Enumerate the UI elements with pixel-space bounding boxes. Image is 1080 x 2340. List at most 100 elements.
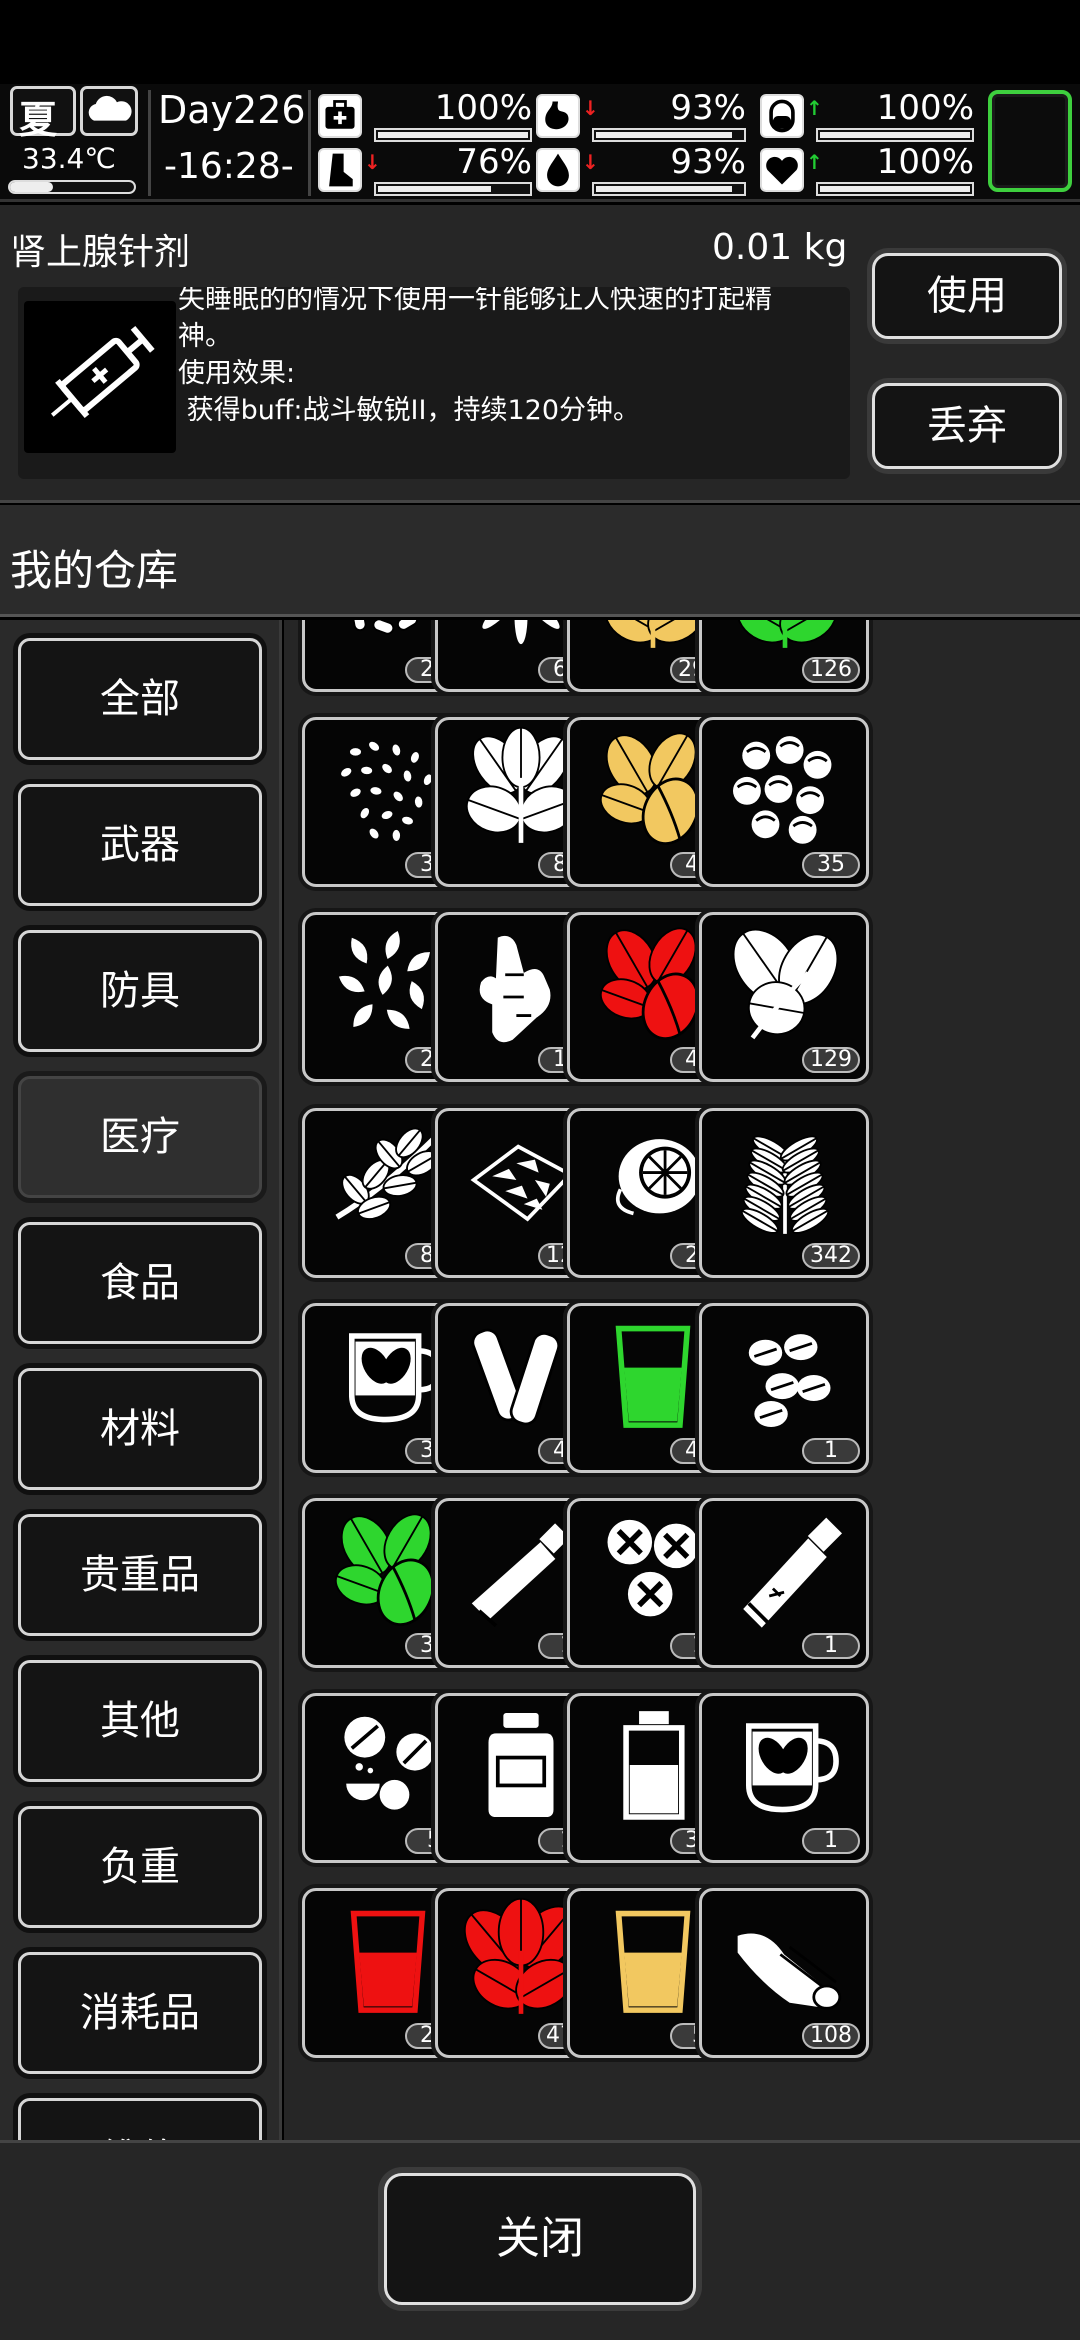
item-count: 126 — [802, 657, 860, 683]
item-weight: 0.01 kg — [712, 227, 848, 268]
foot-icon — [318, 148, 362, 192]
stat-mood: ↑ 100% — [760, 142, 974, 200]
item-count: 1 — [802, 1632, 860, 1659]
item-slot[interactable]: 1 — [699, 1302, 869, 1473]
temperature-value: 33.4℃ — [22, 142, 116, 175]
cloud-icon — [88, 95, 132, 121]
trend-up-icon: ↑ — [806, 150, 823, 174]
status-bar: 夏 33.4℃ Day226 -16:28- 100% ↓ 93% ↑ 100% ↓ 76%… — [0, 84, 1080, 202]
plant-bush-icon — [740, 1134, 830, 1234]
close-button[interactable]: 关闭 — [384, 2173, 696, 2305]
stat-hunger: ↓ 93% — [536, 88, 746, 146]
stat-bar — [592, 128, 746, 142]
item-count: 108 — [802, 2023, 860, 2050]
footer: 关闭 — [0, 2140, 1080, 2340]
divider — [148, 90, 151, 196]
stat-value: 93% — [670, 88, 746, 128]
medkit-icon — [318, 94, 362, 138]
syringe-icon — [24, 301, 176, 453]
trend-down-icon: ↓ — [582, 96, 599, 120]
clock-time: -16:28- — [164, 146, 294, 187]
storage-header: 我的仓库 — [0, 505, 1080, 617]
divider — [308, 90, 311, 196]
category-button[interactable]: 其他 — [18, 1660, 262, 1782]
stat-bar — [374, 128, 532, 142]
equipment-slot[interactable] — [988, 90, 1072, 192]
item-count: 35 — [802, 852, 860, 879]
tablets-icon — [748, 1333, 831, 1427]
season-label: 夏 — [19, 98, 58, 142]
category-button[interactable]: 消耗品 — [18, 1952, 262, 2074]
herbal-tea-icon — [746, 1723, 839, 1813]
item-detail-panel: 肾上腺针剂 0.01 kg 失睡眠的的情况下使用一针能够让人快速的打起精 神。 … — [0, 205, 1080, 503]
trend-down-icon: ↓ — [364, 150, 381, 174]
stat-value: 100% — [434, 88, 532, 128]
description-line: 获得buff:战斗敏锐II，持续120分钟。 — [178, 395, 640, 426]
use-button[interactable]: 使用 — [872, 253, 1062, 339]
category-list[interactable]: 全部武器防具医疗食品材料贵重品其他负重消耗品维修 — [0, 620, 282, 2140]
nuts-icon — [733, 736, 832, 844]
item-slot[interactable]: 1 — [699, 1693, 869, 1864]
description-line: 使用效果: — [178, 358, 296, 389]
water-drop-icon — [536, 148, 580, 192]
temperature-gauge — [8, 180, 136, 194]
category-button[interactable]: 材料 — [18, 1368, 262, 1490]
category-button[interactable]: 防具 — [18, 930, 262, 1052]
description-line: 神。 — [178, 321, 232, 352]
capsule-icon — [760, 94, 804, 138]
category-button[interactable]: 维修 — [18, 2098, 262, 2140]
season-badge: 夏 — [10, 86, 76, 142]
category-button[interactable]: 武器 — [18, 784, 262, 906]
category-button[interactable]: 负重 — [18, 1806, 262, 1928]
discard-button[interactable]: 丢弃 — [872, 383, 1062, 469]
item-slot[interactable]: 108 — [699, 1888, 869, 2059]
description-line: 失睡眠的的情况下使用一针能够让人快速的打起精 — [178, 287, 772, 315]
stat-bar-fill — [596, 186, 732, 192]
stat-spirit: ↑ 100% — [760, 88, 974, 146]
category-button[interactable]: 贵重品 — [18, 1514, 262, 1636]
item-description-panel: 失睡眠的的情况下使用一针能够让人快速的打起精 神。 使用效果: 获得buff:战… — [18, 287, 850, 479]
stat-value: 76% — [456, 142, 532, 182]
item-slot[interactable]: 1 — [699, 1497, 869, 1668]
storage-title: 我的仓库 — [10, 546, 179, 595]
item-count: 129 — [802, 1047, 860, 1074]
medicine-tube-icon — [743, 1517, 843, 1628]
stat-bar — [592, 182, 746, 196]
day-counter: Day226 — [158, 88, 306, 132]
stat-bar-fill — [378, 132, 528, 138]
stat-bar — [816, 128, 974, 142]
stat-bar-fill — [820, 132, 970, 138]
bandage-icon — [737, 1933, 842, 2011]
category-button[interactable]: 食品 — [18, 1222, 262, 1344]
stat-health: 100% — [318, 88, 532, 146]
stat-bar-fill — [378, 186, 492, 192]
item-count: 1 — [802, 1828, 860, 1855]
stat-bar-fill — [820, 186, 970, 192]
stat-value: 100% — [876, 142, 974, 182]
item-count: 342 — [802, 1242, 860, 1269]
stat-stamina: ↓ 76% — [318, 142, 532, 200]
weather-badge — [80, 86, 138, 136]
category-button[interactable]: 医疗 — [18, 1076, 262, 1198]
item-name: 肾上腺针剂 — [10, 232, 191, 273]
stat-bar-fill — [596, 132, 732, 138]
trend-down-icon: ↓ — [582, 150, 599, 174]
temperature-gauge-fill — [10, 182, 54, 192]
stat-value: 93% — [670, 142, 746, 182]
heart-icon — [760, 148, 804, 192]
item-grid[interactable]: 2764294126338845352711471298712420342314… — [284, 620, 1080, 2140]
item-slot[interactable]: 129 — [699, 912, 869, 1083]
herb-leaves-icon — [736, 620, 838, 648]
item-slot[interactable]: 126 — [699, 620, 869, 692]
trend-up-icon: ↑ — [806, 96, 823, 120]
category-button[interactable]: 全部 — [18, 638, 262, 760]
stat-bar — [816, 182, 974, 196]
item-description: 失睡眠的的情况下使用一针能够让人快速的打起精 神。 使用效果: 获得buff:战… — [178, 287, 846, 429]
item-count: 1 — [802, 1437, 860, 1464]
item-slot[interactable]: 342 — [699, 1107, 869, 1278]
stat-thirst: ↓ 93% — [536, 142, 746, 200]
item-slot[interactable]: 35 — [699, 717, 869, 888]
stomach-icon — [536, 94, 580, 138]
big-leaf-icon — [732, 929, 839, 1040]
stat-value: 100% — [876, 88, 974, 128]
